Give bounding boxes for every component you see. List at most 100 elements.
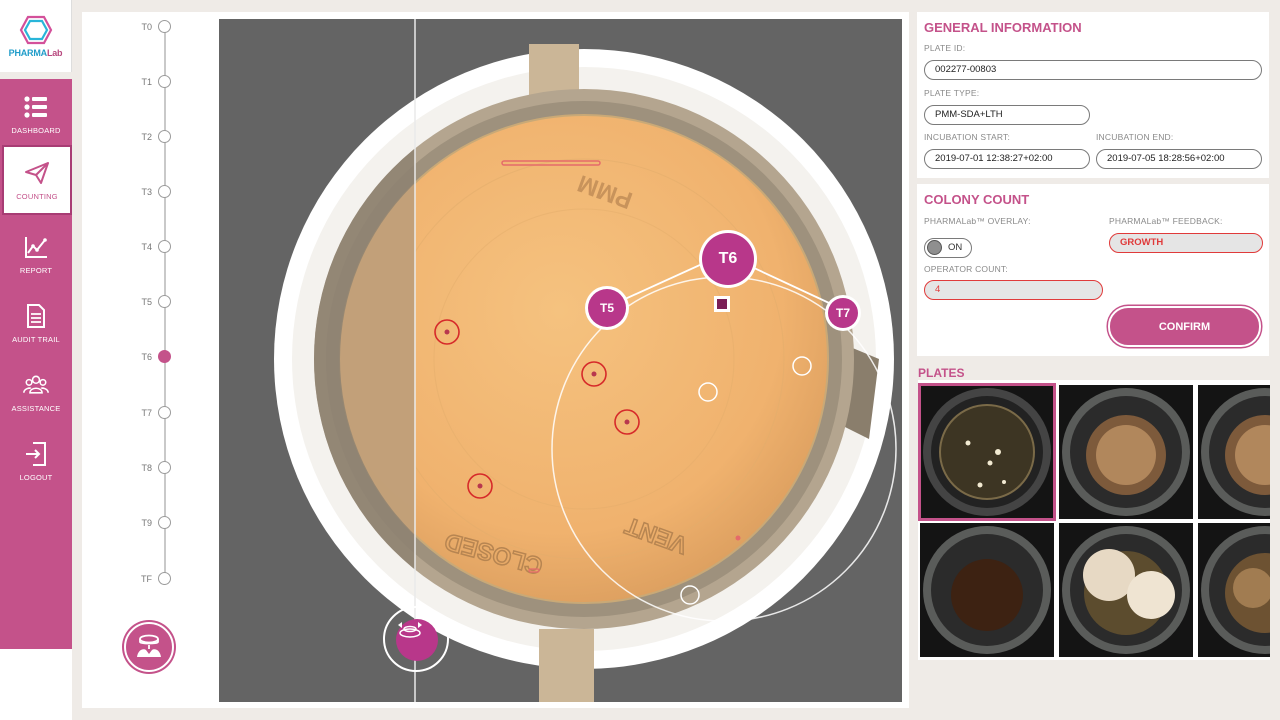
step-dot bbox=[158, 516, 171, 529]
timeline-step-t5[interactable]: T5 bbox=[122, 295, 182, 309]
incubation-start-label: INCUBATION START: bbox=[924, 132, 1011, 142]
step-dot bbox=[158, 572, 171, 585]
plate-thumbnail bbox=[1201, 388, 1270, 516]
nav-audit-trail[interactable]: AUDIT TRAIL bbox=[0, 288, 72, 358]
toggle-state: ON bbox=[948, 242, 963, 253]
toggle-knob bbox=[927, 240, 942, 255]
nav-counting[interactable]: COUNTING bbox=[2, 145, 72, 215]
nav-report[interactable]: REPORT bbox=[0, 219, 72, 289]
step-label: T3 bbox=[141, 187, 152, 197]
sidebar: PHARMALab DASHBOARD COUNTING REPORT AUDI… bbox=[0, 0, 72, 720]
step-dot bbox=[158, 185, 171, 198]
sidebar-footer bbox=[0, 649, 72, 720]
timeline-step-t7[interactable]: T7 bbox=[122, 406, 182, 420]
plate-id-field: 002277-00803 bbox=[924, 60, 1262, 80]
overlay-toggle[interactable]: ON bbox=[924, 238, 972, 258]
operator-count-input[interactable]: 4 bbox=[924, 280, 1103, 300]
step-label: T8 bbox=[141, 463, 152, 473]
timeline-step-t3[interactable]: T3 bbox=[122, 185, 182, 199]
step-dot bbox=[158, 295, 171, 308]
step-dot bbox=[158, 240, 171, 253]
incubation-start-field: 2019-07-01 12:38:27+02:00 bbox=[924, 149, 1090, 169]
step-dot bbox=[158, 406, 171, 419]
line-chart-icon bbox=[25, 236, 47, 258]
step-label: T0 bbox=[141, 22, 152, 32]
plate-viewer[interactable]: PMM VENT CLOSED T5 T6 T7 bbox=[219, 19, 902, 702]
document-icon bbox=[27, 303, 45, 328]
timeline-step-t4[interactable]: T4 bbox=[122, 240, 182, 254]
incubation-end-field: 2019-07-05 18:28:56+02:00 bbox=[1096, 149, 1262, 169]
plate-thumbnail bbox=[1201, 526, 1270, 654]
hexagon-logo-icon bbox=[19, 15, 52, 44]
step-dot bbox=[158, 461, 171, 474]
nav-label: AUDIT TRAIL bbox=[12, 334, 60, 344]
timeline-step-t8[interactable]: T8 bbox=[122, 461, 182, 475]
logout-icon bbox=[26, 441, 46, 466]
step-dot-current bbox=[158, 350, 171, 363]
plate-id-label: PLATE ID: bbox=[924, 43, 966, 53]
nav-label: LOGOUT bbox=[19, 472, 53, 482]
operator-count-label: OPERATOR COUNT: bbox=[924, 264, 1008, 274]
incubation-end-label: INCUBATION END: bbox=[1096, 132, 1174, 142]
node-t7[interactable]: T7 bbox=[828, 298, 858, 328]
plate-thumb-5[interactable] bbox=[1059, 523, 1193, 657]
logo-text: PHARMALab bbox=[8, 47, 63, 58]
nav-dashboard[interactable]: DASHBOARD bbox=[0, 79, 72, 149]
plate-thumb-4[interactable] bbox=[920, 523, 1054, 657]
step-label: T6 bbox=[141, 352, 152, 362]
timeline-step-t1[interactable]: T1 bbox=[122, 75, 182, 89]
plate-thumbnail bbox=[923, 526, 1051, 654]
app-logo: PHARMALab bbox=[0, 0, 72, 72]
general-info-title: GENERAL INFORMATION bbox=[924, 20, 1082, 35]
plate-type-field: PMM-SDA+LTH bbox=[924, 105, 1090, 125]
overlay-label: PHARMALab™ OVERLAY: bbox=[924, 216, 1031, 226]
nav-menu: DASHBOARD COUNTING REPORT AUDIT TRAIL AS… bbox=[0, 79, 72, 649]
timeline-step-t0[interactable]: T0 bbox=[122, 20, 182, 34]
plate-type-label: PLATE TYPE: bbox=[924, 88, 980, 98]
plate-handling-button[interactable] bbox=[124, 622, 174, 672]
timeline-step-tf[interactable]: TF bbox=[122, 572, 182, 586]
timeline-step-t2[interactable]: T2 bbox=[122, 130, 182, 144]
confirm-button[interactable]: CONFIRM bbox=[1108, 306, 1261, 347]
feedback-field: GROWTH bbox=[1109, 233, 1263, 253]
plates-title: PLATES bbox=[918, 366, 965, 380]
plate-thumb-2[interactable] bbox=[1059, 385, 1193, 519]
step-label: T5 bbox=[141, 297, 152, 307]
plate-thumbnail bbox=[923, 388, 1051, 516]
paper-plane-icon bbox=[25, 161, 49, 184]
timeline-step-t6[interactable]: T6 bbox=[122, 350, 182, 364]
plate-thumbnail bbox=[1062, 388, 1190, 516]
colony-count-title: COLONY COUNT bbox=[924, 192, 1030, 207]
plate-thumb-6[interactable] bbox=[1198, 523, 1270, 657]
timeline: T0 T1 T2 T3 T4 T5 T6 T7 T8 T9 TF bbox=[82, 12, 212, 708]
nav-label: REPORT bbox=[19, 265, 53, 275]
step-label: T4 bbox=[141, 242, 152, 252]
nav-label: DASHBOARD bbox=[11, 125, 61, 135]
plate-image: PMM VENT CLOSED bbox=[274, 19, 897, 702]
general-info-panel: GENERAL INFORMATION PLATE ID: 002277-008… bbox=[917, 12, 1269, 178]
plate-thumb-3[interactable] bbox=[1198, 385, 1270, 519]
group-icon bbox=[23, 375, 49, 394]
feedback-label: PHARMALab™ FEEDBACK: bbox=[1109, 216, 1223, 226]
plate-thumbnail bbox=[1062, 526, 1190, 654]
colony-count-panel: COLONY COUNT PHARMALab™ OVERLAY: ON PHAR… bbox=[917, 184, 1269, 356]
flip-plates-icon bbox=[398, 622, 422, 638]
plate-hand-icon bbox=[137, 634, 161, 657]
plates-gallery bbox=[918, 380, 1270, 660]
nav-logout[interactable]: LOGOUT bbox=[0, 426, 72, 496]
step-dot bbox=[158, 130, 171, 143]
step-label: TF bbox=[141, 574, 152, 584]
step-label: T9 bbox=[141, 518, 152, 528]
timeline-step-t9[interactable]: T9 bbox=[122, 516, 182, 530]
plate-thumb-1[interactable] bbox=[918, 383, 1056, 521]
nav-assistance[interactable]: ASSISTANCE bbox=[0, 357, 72, 427]
node-t6-current[interactable]: T6 bbox=[702, 233, 754, 285]
step-label: T1 bbox=[141, 77, 152, 87]
flip-plate-button[interactable] bbox=[396, 619, 438, 661]
list-icon bbox=[24, 95, 47, 118]
counting-panel: T0 T1 T2 T3 T4 T5 T6 T7 T8 T9 TF PMM VEN… bbox=[82, 12, 909, 708]
node-t5[interactable]: T5 bbox=[588, 289, 626, 327]
step-label: T2 bbox=[141, 132, 152, 142]
nav-label: ASSISTANCE bbox=[11, 403, 61, 413]
nav-label: COUNTING bbox=[16, 191, 58, 201]
